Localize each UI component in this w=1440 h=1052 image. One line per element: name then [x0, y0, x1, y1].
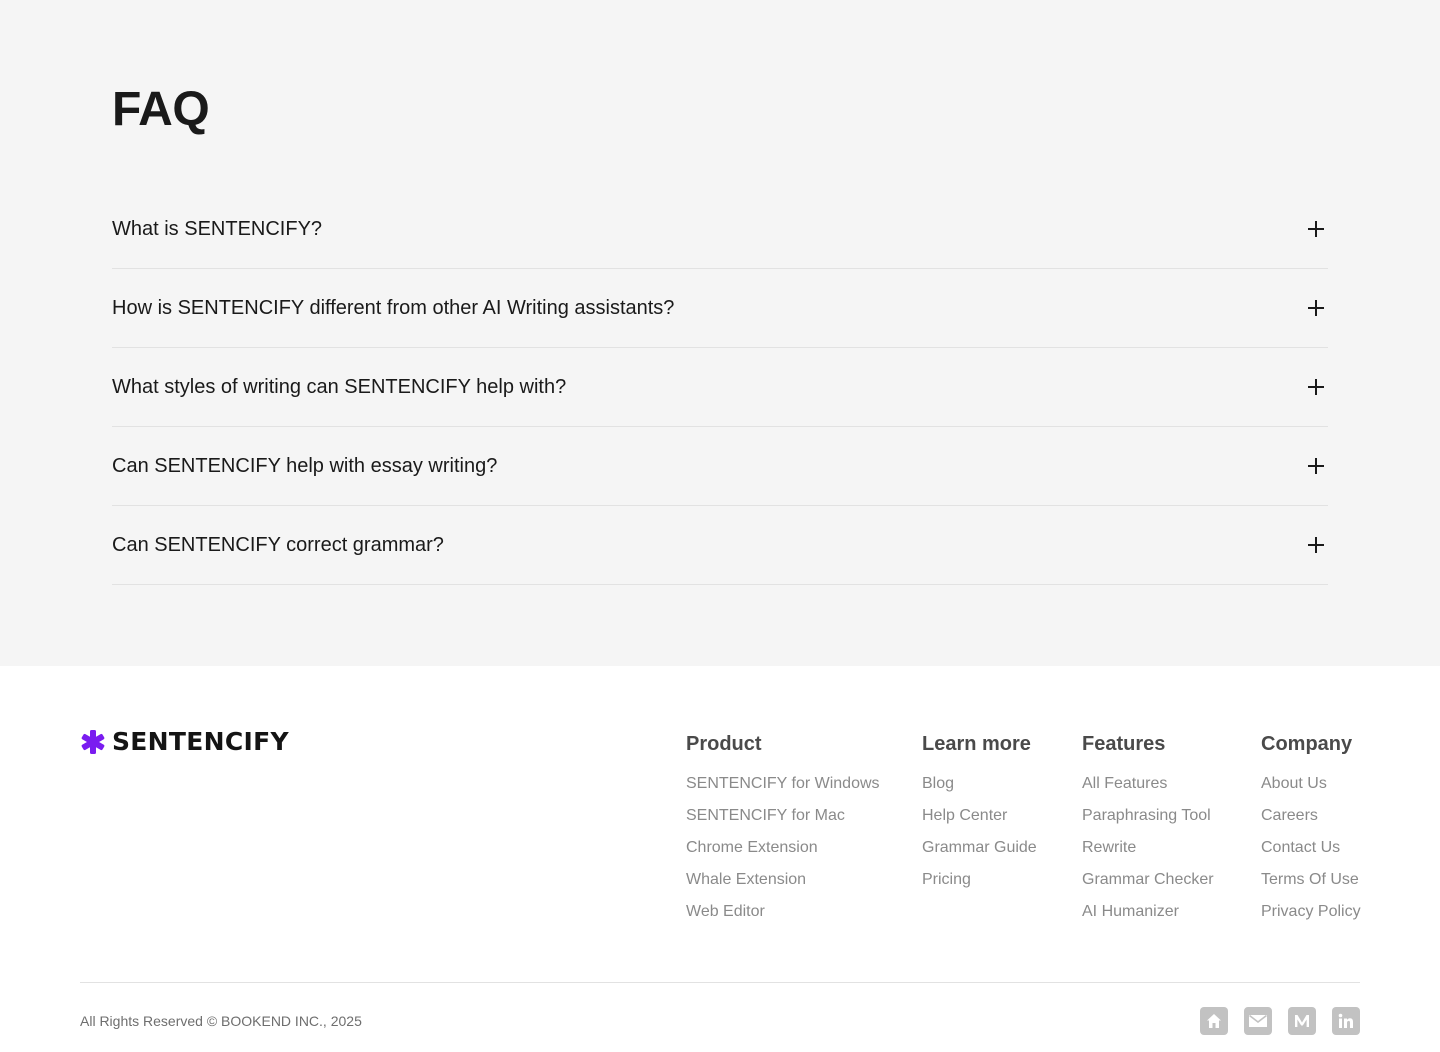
- footer-column-features: Features All Features Paraphrasing Tool …: [1082, 732, 1214, 934]
- plus-icon[interactable]: [1304, 454, 1328, 478]
- footer-link[interactable]: SENTENCIFY for Windows: [686, 774, 880, 794]
- footer-link[interactable]: Blog: [922, 774, 1037, 794]
- footer-column-title: Company: [1261, 733, 1353, 755]
- footer-link[interactable]: AI Humanizer: [1082, 902, 1214, 922]
- footer-link[interactable]: Pricing: [922, 870, 1037, 890]
- copyright-text: All Rights Reserved © BOOKEND INC., 2025: [80, 1013, 362, 1029]
- footer-link[interactable]: Terms Of Use: [1261, 870, 1361, 890]
- footer-column-title: Product: [686, 733, 762, 755]
- footer-column-title: Learn more: [922, 733, 1031, 755]
- footer-link[interactable]: Grammar Checker: [1082, 870, 1214, 890]
- faq-question: What styles of writing can SENTENCIFY he…: [112, 376, 567, 398]
- home-icon[interactable]: [1200, 1007, 1228, 1035]
- footer-link[interactable]: Help Center: [922, 806, 1037, 826]
- site-footer: SENTENCIFY Product SENTENCIFY for Window…: [0, 666, 1440, 1052]
- medium-icon[interactable]: [1288, 1007, 1316, 1035]
- faq-item[interactable]: What styles of writing can SENTENCIFY he…: [112, 348, 1328, 427]
- mail-icon[interactable]: [1244, 1007, 1272, 1035]
- footer-divider: [80, 982, 1360, 983]
- plus-icon[interactable]: [1304, 296, 1328, 320]
- plus-icon[interactable]: [1304, 375, 1328, 399]
- faq-title: FAQ: [112, 83, 210, 136]
- faq-list: What is SENTENCIFY? How is SENTENCIFY di…: [112, 190, 1328, 585]
- footer-link[interactable]: Contact Us: [1261, 838, 1361, 858]
- faq-item[interactable]: Can SENTENCIFY correct grammar?: [112, 506, 1328, 585]
- footer-link[interactable]: Careers: [1261, 806, 1361, 826]
- footer-link[interactable]: Web Editor: [686, 902, 880, 922]
- faq-item[interactable]: What is SENTENCIFY?: [112, 190, 1328, 269]
- footer-link[interactable]: Whale Extension: [686, 870, 880, 890]
- footer-column-product: Product SENTENCIFY for Windows SENTENCIF…: [686, 732, 880, 934]
- footer-link[interactable]: Paraphrasing Tool: [1082, 806, 1214, 826]
- footer-link[interactable]: Privacy Policy: [1261, 902, 1361, 922]
- faq-item[interactable]: How is SENTENCIFY different from other A…: [112, 269, 1328, 348]
- footer-link[interactable]: SENTENCIFY for Mac: [686, 806, 880, 826]
- plus-icon[interactable]: [1304, 217, 1328, 241]
- footer-link[interactable]: All Features: [1082, 774, 1214, 794]
- brand-name: SENTENCIFY: [112, 727, 289, 756]
- footer-column-learn-more: Learn more Blog Help Center Grammar Guid…: [922, 732, 1037, 902]
- asterisk-icon: [80, 729, 106, 755]
- footer-link[interactable]: About Us: [1261, 774, 1361, 794]
- footer-column-title: Features: [1082, 733, 1166, 755]
- faq-section: FAQ What is SENTENCIFY? How is SENTENCIF…: [0, 0, 1440, 666]
- faq-question: What is SENTENCIFY?: [112, 218, 323, 240]
- faq-item[interactable]: Can SENTENCIFY help with essay writing?: [112, 427, 1328, 506]
- faq-question: How is SENTENCIFY different from other A…: [112, 297, 675, 319]
- brand-logo[interactable]: SENTENCIFY: [80, 728, 289, 756]
- footer-link[interactable]: Grammar Guide: [922, 838, 1037, 858]
- footer-link[interactable]: Chrome Extension: [686, 838, 880, 858]
- footer-link[interactable]: Rewrite: [1082, 838, 1214, 858]
- footer-column-company: Company About Us Careers Contact Us Term…: [1261, 732, 1361, 934]
- plus-icon[interactable]: [1304, 533, 1328, 557]
- faq-question: Can SENTENCIFY help with essay writing?: [112, 455, 498, 477]
- faq-question: Can SENTENCIFY correct grammar?: [112, 534, 444, 556]
- linkedin-icon[interactable]: [1332, 1007, 1360, 1035]
